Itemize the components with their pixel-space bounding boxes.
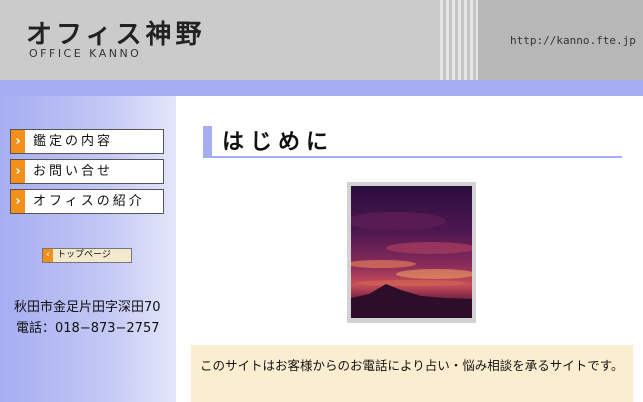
nav-item-kantei[interactable]: › 鑑定の内容 bbox=[10, 129, 164, 154]
heading-accent bbox=[203, 126, 212, 156]
nav-item-about[interactable]: › オフィスの紹介 bbox=[10, 189, 164, 214]
intro-box: このサイトはお客様からのお電話により占い・悩み相談を承るサイトです。 bbox=[191, 345, 633, 402]
phone-number: 電話：018−873−2757 bbox=[16, 321, 160, 336]
chevron-left-icon: ‹ bbox=[43, 249, 53, 262]
nav-item-label: オフィスの紹介 bbox=[33, 194, 145, 209]
site-logo-subtitle: OFFICE KANNO bbox=[29, 47, 142, 60]
chevron-right-icon: › bbox=[11, 190, 25, 213]
nav-item-label: お問い合せ bbox=[33, 164, 114, 179]
header: オフィス神野 OFFICE KANNO http://kanno.fte.jp bbox=[0, 0, 643, 80]
chevron-right-icon: › bbox=[11, 160, 25, 183]
heading-underline bbox=[203, 156, 622, 158]
site-url: http://kanno.fte.jp bbox=[510, 34, 636, 47]
address: 秋田市金足片田字深田70 bbox=[14, 300, 161, 315]
chevron-right-icon: › bbox=[11, 130, 25, 153]
nav-item-label: 鑑定の内容 bbox=[33, 134, 114, 149]
header-band bbox=[0, 80, 643, 96]
top-page-label: トップページ bbox=[57, 250, 111, 260]
intro-text: このサイトはお客様からのお電話により占い・悩み相談を承るサイトです。 bbox=[200, 358, 624, 373]
nav-item-contact[interactable]: › お問い合せ bbox=[10, 159, 164, 184]
header-stripes bbox=[440, 0, 478, 80]
page-title: はじめに bbox=[222, 130, 335, 155]
site-logo[interactable]: オフィス神野 bbox=[26, 14, 205, 51]
sunset-photo bbox=[351, 186, 472, 318]
top-page-button[interactable]: ‹ トップページ bbox=[42, 248, 132, 263]
